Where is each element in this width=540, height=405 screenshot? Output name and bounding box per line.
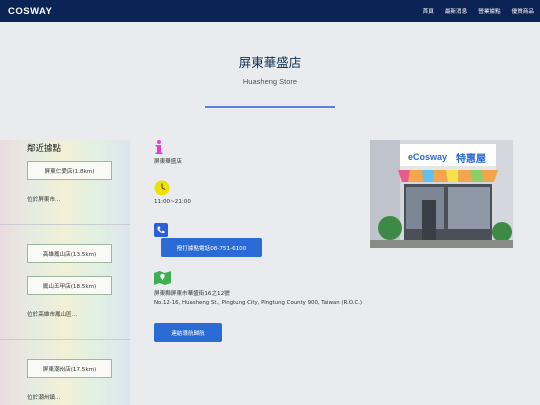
top-navbar: COSWAY 首頁 最新消息 營業據點 優質商品 — [0, 0, 540, 22]
nav-links: 首頁 最新消息 營業據點 優質商品 — [423, 7, 534, 15]
nav-link-home[interactable]: 首頁 — [423, 7, 434, 15]
nearby-location-note: 位於屏東市... — [27, 197, 61, 203]
nearby-location-note: 位於潮州鎮... — [27, 395, 61, 401]
sidebar-divider — [0, 339, 130, 340]
photo-sign-brand: eCosway — [408, 152, 448, 162]
store-subtitle: Huasheng Store — [242, 77, 298, 86]
store-name-text: 屏東華盛店 — [154, 159, 182, 165]
call-store-button[interactable]: 撥打據點電話08-751-6100 — [161, 238, 262, 257]
business-hours-text: 11:00~21:00 — [154, 199, 191, 205]
address-english: No.12-16, Huasheng St., Pingtung City, P… — [154, 300, 363, 306]
navigation-button[interactable]: 連結導航歸航 — [154, 323, 222, 342]
info-icon — [154, 139, 164, 158]
nav-link-news[interactable]: 最新消息 — [445, 7, 467, 15]
nearby-location-button[interactable]: 屏東仁愛店(1.8km) — [27, 161, 112, 180]
nearby-location-button[interactable]: 屏東潮州店(17.5km) — [27, 359, 112, 378]
address-chinese: 屏東縣屏東市華盛街16之12號 — [154, 291, 230, 297]
store-photo: eCosway 特惠屋 — [370, 140, 513, 248]
nearby-location-button[interactable]: 鳳山五甲店(18.5km) — [27, 276, 112, 295]
sidebar-divider — [0, 224, 130, 225]
clock-icon — [154, 180, 170, 200]
title-underline — [205, 106, 335, 108]
nearby-locations-sidebar: 鄰近據點 屏東仁愛店(1.8km) 位於屏東市... 高雄鳳山店(13.5km)… — [0, 140, 130, 405]
store-title: 屏東華盛店 — [238, 55, 302, 70]
sidebar-title: 鄰近據點 — [27, 144, 62, 154]
map-icon — [154, 270, 171, 289]
nav-link-products[interactable]: 優質商品 — [512, 7, 534, 15]
photo-sign-text: 特惠屋 — [456, 154, 486, 165]
cosway-logo[interactable]: COSWAY — [8, 6, 52, 17]
nearby-location-button[interactable]: 高雄鳳山店(13.5km) — [27, 244, 112, 263]
nav-link-locations[interactable]: 營業據點 — [478, 7, 500, 15]
nearby-location-note: 位於高雄市鳳山區... — [27, 312, 78, 318]
